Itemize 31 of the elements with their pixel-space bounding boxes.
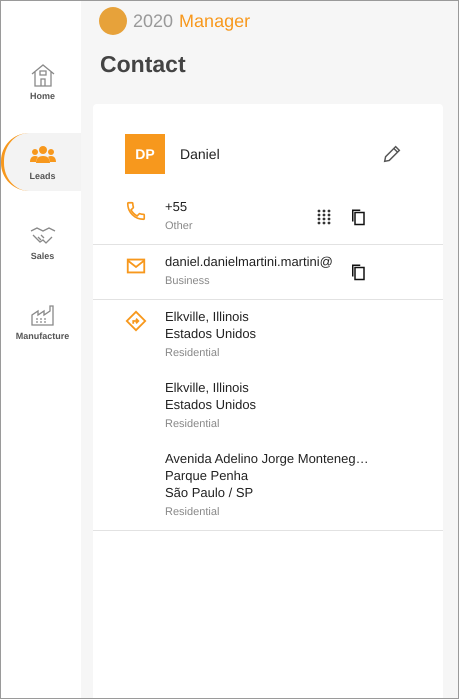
contact-type: Residential [165, 506, 220, 518]
copy-button[interactable] [349, 208, 367, 226]
contact-type: Business [165, 275, 211, 287]
factory-icon [28, 303, 56, 327]
nav-item[interactable]: Sales [1, 213, 81, 271]
page-title: Contact [100, 51, 187, 78]
edit-button[interactable] [381, 143, 403, 165]
address-line: Avenida Adelino Jorge Monteneg… [165, 450, 370, 467]
phone-number: +55 [165, 198, 188, 215]
nav-item[interactable]: Home [1, 53, 81, 111]
contact-name: Daniel [180, 146, 221, 162]
avatar: DP [125, 134, 165, 174]
address-line: São Paulo / SP [165, 484, 254, 501]
address-line: Elkville, Illinois [165, 308, 250, 325]
directions-icon [125, 310, 147, 332]
logo-icon [99, 7, 127, 35]
address-line: Estados Unidos [165, 396, 258, 413]
nav-item[interactable]: Manufacture [1, 293, 81, 351]
address-line: Elkville, Illinois [165, 379, 250, 396]
address-line: Estados Unidos [165, 325, 258, 342]
dialpad-button[interactable] [317, 209, 331, 225]
contact-type: Other [165, 220, 194, 232]
contact-type: Residential [165, 347, 220, 359]
phone-icon [125, 200, 147, 222]
copy-button[interactable] [349, 263, 367, 281]
contact-type: Residential [165, 418, 220, 430]
address-line: Parque Penha [165, 467, 250, 484]
email-address: daniel.danielmartini.martini@ [165, 253, 334, 270]
nav-item[interactable]: Leads [1, 133, 81, 191]
logo-text: 2020 [133, 10, 174, 32]
logo-text: Manager [179, 10, 250, 32]
